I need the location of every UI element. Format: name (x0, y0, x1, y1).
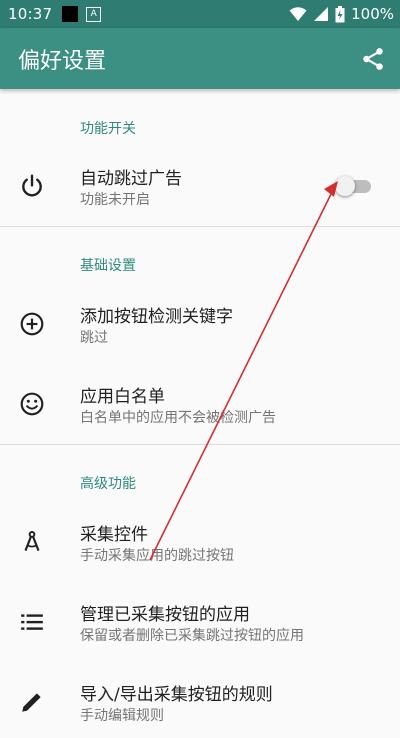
pref-summary: 手动编辑规则 (80, 708, 164, 724)
pref-summary: 手动采集应用的跳过按钮 (80, 548, 234, 564)
pref-summary: 功能未开启 (80, 192, 150, 208)
pref-app-whitelist[interactable]: 应用白名单 白名单中的应用不会被检测广告 (0, 370, 400, 440)
divider (0, 444, 400, 445)
section-header-advanced: 高级功能 (80, 476, 136, 492)
page-title: 偏好设置 (18, 49, 107, 74)
pref-collect-widget[interactable]: 采集控件 手动采集应用的跳过按钮 (0, 508, 400, 578)
section-header-function-switch: 功能开关 (80, 121, 136, 137)
battery-icon (335, 5, 345, 22)
notification-icon (62, 6, 79, 22)
divider (0, 226, 400, 227)
pref-title: 自动跳过广告 (80, 169, 182, 189)
pref-title: 管理已采集按钮的应用 (80, 605, 250, 625)
pref-summary: 白名单中的应用不会被检测广告 (80, 410, 276, 426)
pref-summary: 保留或者删除已采集跳过按钮的应用 (80, 628, 304, 644)
pencil-icon (22, 693, 41, 712)
list-icon (21, 614, 43, 630)
add-circle-icon (20, 312, 44, 336)
pref-add-keyword[interactable]: 添加按钮检测关键字 跳过 (0, 290, 400, 360)
compass-icon (24, 531, 40, 552)
smiley-icon (20, 392, 44, 416)
app-bar: 偏好设置 (0, 28, 400, 89)
share-icon[interactable] (360, 46, 386, 72)
pref-title: 采集控件 (80, 525, 148, 545)
toggle-thumb (335, 176, 355, 196)
pref-title: 添加按钮检测关键字 (80, 307, 233, 327)
status-time: 10:37 (8, 5, 53, 23)
pref-manage-collected-apps[interactable]: 管理已采集按钮的应用 保留或者删除已采集跳过按钮的应用 (0, 588, 400, 658)
section-header-basic-settings: 基础设置 (80, 258, 136, 274)
pref-summary: 跳过 (80, 330, 108, 346)
auto-skip-toggle[interactable] (335, 176, 373, 196)
signal-icon (314, 7, 329, 21)
status-bar: 10:37 A 100% (0, 0, 400, 28)
pref-title: 导入/导出采集按钮的规则 (80, 685, 273, 705)
notification-a-icon: A (86, 6, 102, 22)
wifi-icon (289, 7, 307, 21)
pref-import-export-rules[interactable]: 导入/导出采集按钮的规则 手动编辑规则 (0, 668, 400, 738)
battery-percent: 100% (351, 5, 394, 23)
pref-title: 应用白名单 (80, 387, 165, 407)
power-icon (22, 174, 42, 197)
